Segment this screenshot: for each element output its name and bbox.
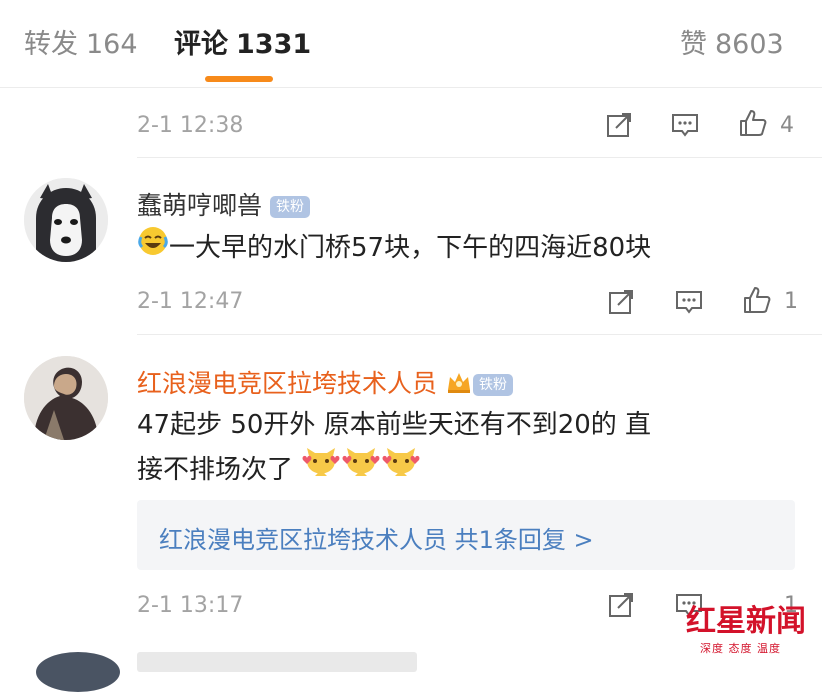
comment-time: 2-1 12:38 — [137, 113, 244, 138]
cat-heart-emoji-icon — [301, 446, 341, 495]
comment-tabs: 转发 164 评论 1331 赞 8603 — [0, 0, 822, 88]
repost-icon[interactable] — [606, 590, 636, 620]
avatar[interactable] — [24, 178, 108, 262]
tab-like-label: 赞 — [680, 29, 707, 60]
crown-icon — [445, 368, 473, 402]
cat-heart-emoji-icon — [381, 446, 421, 495]
reply-summary-box[interactable]: 红浪漫电竞区拉垮技术人员 共1条回复 > — [137, 500, 795, 570]
comment-username[interactable]: 红浪漫电竞区拉垮技术人员 铁粉 — [137, 364, 514, 402]
repost-icon[interactable] — [604, 110, 634, 140]
like-icon[interactable] — [742, 285, 772, 315]
repost-icon[interactable] — [606, 287, 636, 317]
comment-time: 2-1 12:47 — [137, 289, 244, 314]
comment-icon[interactable] — [674, 287, 704, 317]
like-count: 1 — [784, 289, 798, 314]
cat-heart-emoji-icon — [341, 446, 381, 495]
comment-text: 接不排场次了 — [137, 446, 421, 495]
divider — [137, 334, 822, 335]
comment-time: 2-1 13:17 — [137, 593, 244, 618]
tab-comment-count: 1331 — [236, 29, 312, 60]
comment-username[interactable]: 蠢萌哼唧兽 铁粉 — [137, 186, 311, 222]
comment-icon[interactable] — [670, 110, 700, 140]
laughing-tears-emoji-icon — [137, 225, 169, 272]
comment-username-partial — [137, 652, 417, 672]
watermark-slogan: 深度 态度 温度 — [700, 642, 781, 655]
active-tab-indicator — [205, 76, 273, 82]
tab-like[interactable]: 赞 8603 — [680, 22, 784, 61]
like-count: 4 — [780, 113, 794, 138]
tab-repost-label: 转发 — [24, 29, 78, 60]
tab-comment-label: 评论 — [174, 29, 228, 60]
fan-badge: 铁粉 — [473, 374, 514, 396]
avatar[interactable] — [36, 652, 120, 692]
watermark-title: 红星新闻 — [686, 604, 806, 639]
like-icon[interactable] — [738, 108, 768, 138]
username-text: 红浪漫电竞区拉垮技术人员 — [137, 369, 438, 398]
tab-like-count: 8603 — [715, 29, 784, 60]
tab-comment[interactable]: 评论 1331 — [174, 22, 311, 61]
fan-badge: 铁粉 — [270, 196, 311, 218]
avatar[interactable] — [24, 356, 108, 440]
watermark-logo: 红星新闻 深度 态度 温度 — [686, 596, 816, 660]
username-text: 蠢萌哼唧兽 — [137, 191, 263, 220]
comment-text: 一大早的水门桥57块，下午的四海近80块 — [137, 225, 651, 272]
comment-text-line2: 接不排场次了 — [137, 455, 294, 485]
tab-repost[interactable]: 转发 164 — [24, 22, 138, 61]
divider — [137, 157, 822, 158]
comment-text: 47起步 50开外 原本前些天还有不到20的 直 — [137, 402, 651, 448]
reply-summary-link[interactable]: 红浪漫电竞区拉垮技术人员 共1条回复 > — [159, 520, 594, 555]
comment-text-line1: 47起步 50开外 原本前些天还有不到20的 直 — [137, 410, 652, 440]
comment-text-body: 一大早的水门桥57块，下午的四海近80块 — [169, 233, 652, 263]
tab-repost-count: 164 — [86, 29, 138, 60]
